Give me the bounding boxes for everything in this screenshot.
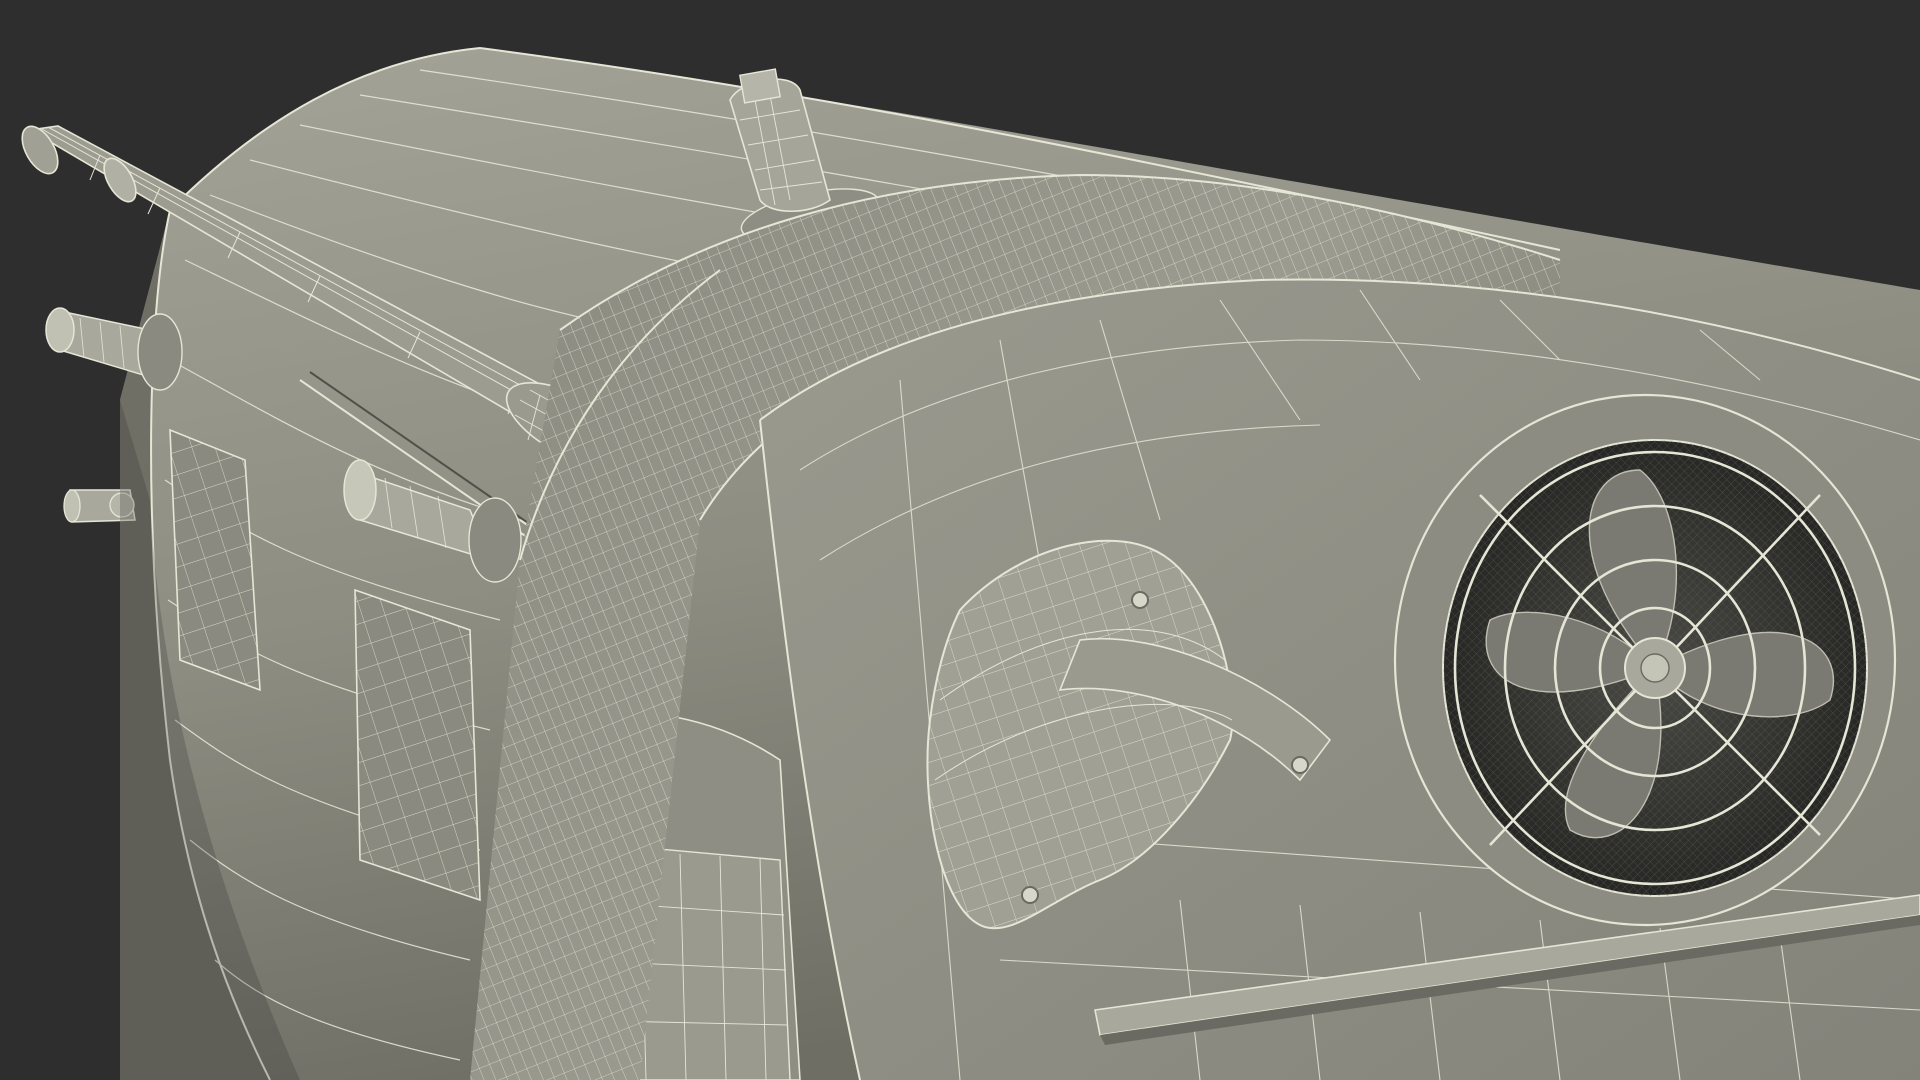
satellite-render — [0, 0, 1920, 1080]
bolt-icon — [1131, 591, 1149, 609]
bolt-icon — [1021, 886, 1039, 904]
bolt-icon — [1291, 756, 1309, 774]
fan-vent — [1393, 393, 1897, 927]
